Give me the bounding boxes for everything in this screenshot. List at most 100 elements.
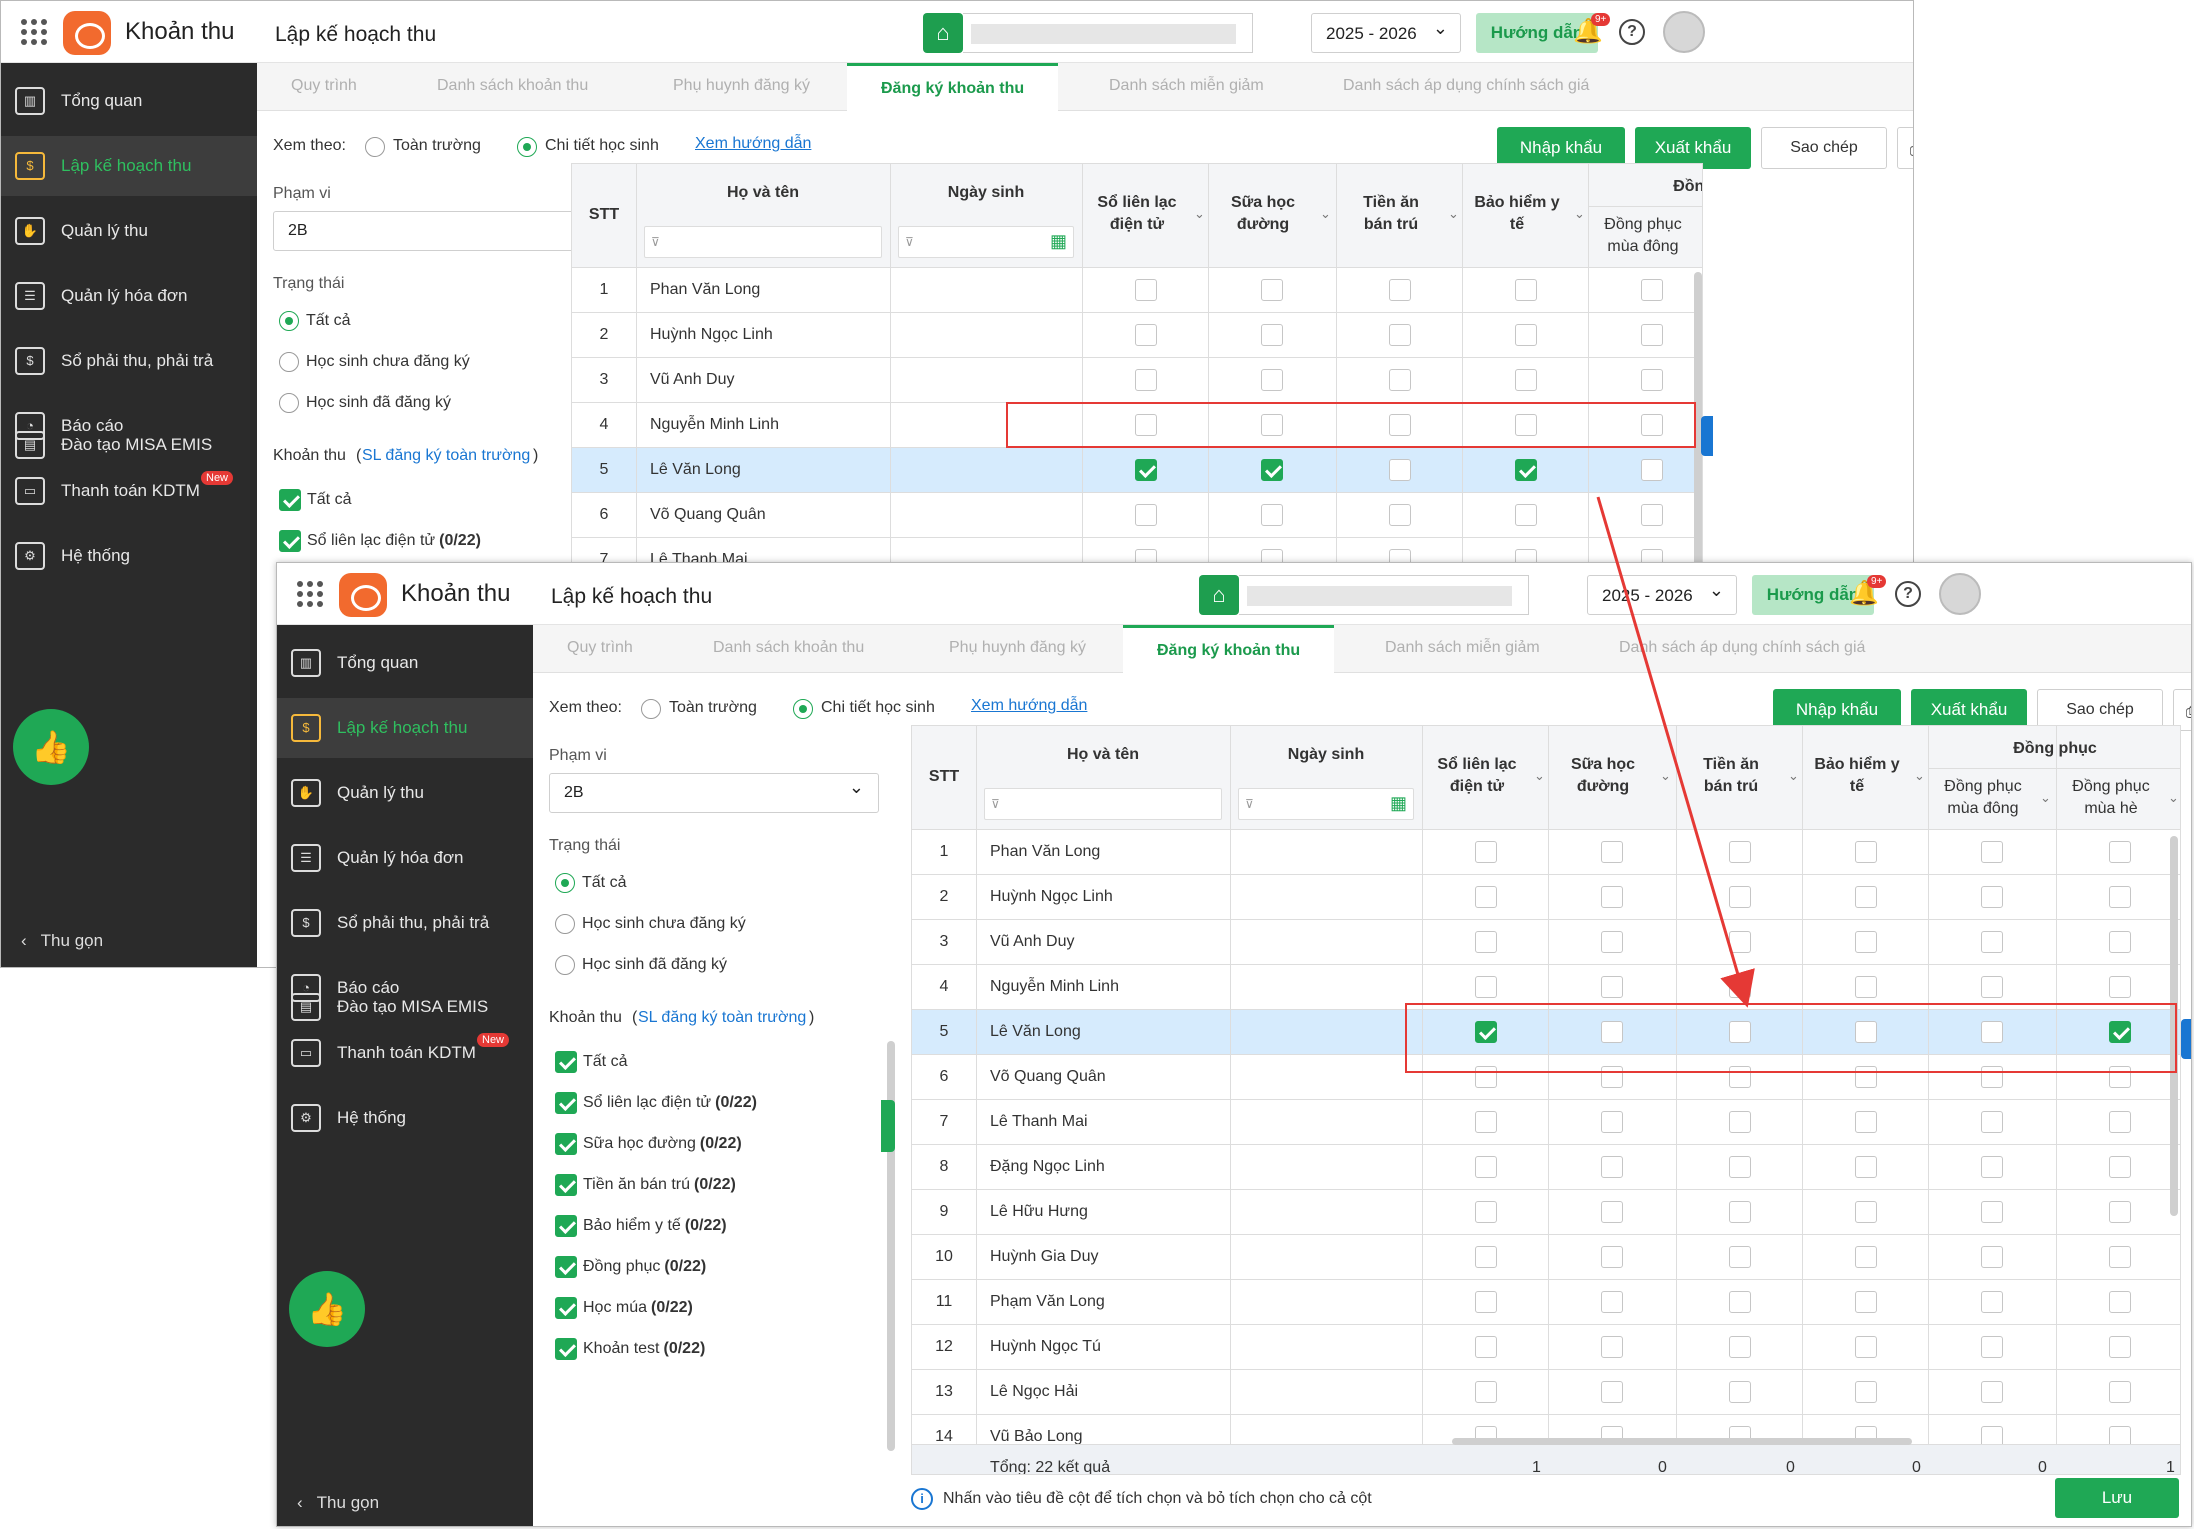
fee-cell-checkbox[interactable] (1729, 1201, 1751, 1223)
fee-cell-checkbox[interactable] (1135, 504, 1157, 526)
fee-cell-checkbox[interactable] (1729, 1111, 1751, 1133)
view-detail-radio[interactable] (793, 699, 813, 719)
header-name[interactable]: Họ và tên (976, 744, 1230, 766)
fee-cell-checkbox[interactable] (1475, 1336, 1497, 1358)
sidebar-item[interactable]: ▤ Đào tạo MISA EMIS (277, 977, 533, 1037)
status-radio-0[interactable] (555, 873, 575, 893)
fee-cell-checkbox[interactable] (1855, 976, 1877, 998)
fee-cell-checkbox[interactable] (2109, 1246, 2131, 1268)
table-row[interactable]: 3 Vũ Anh Duy (912, 920, 2180, 965)
fee-cell-checkbox[interactable] (1855, 1291, 1877, 1313)
chevron-down-icon[interactable]: ⌄ (1320, 206, 1331, 222)
fee-cell-checkbox[interactable] (2109, 841, 2131, 863)
fee-cell-checkbox[interactable] (1981, 1381, 2003, 1403)
fee-checkbox-5[interactable] (555, 1256, 577, 1278)
fee-cell-checkbox[interactable] (1601, 1156, 1623, 1178)
fee-checkbox-1[interactable] (279, 530, 301, 552)
header-stt[interactable]: STT (572, 204, 636, 226)
fee-cell-checkbox[interactable] (1475, 976, 1497, 998)
table-row[interactable]: 5 Lê Văn Long (572, 448, 1702, 493)
sidebar-item[interactable]: ✋ Quản lý thu (1, 201, 257, 261)
chevron-down-icon[interactable]: ⌄ (2040, 790, 2051, 806)
fee-cell-checkbox[interactable] (1981, 841, 2003, 863)
view-all-radio[interactable] (365, 137, 385, 157)
fee-checkbox-0[interactable] (555, 1051, 577, 1073)
header-stt[interactable]: STT (912, 766, 976, 788)
fee-cell-checkbox[interactable] (1641, 369, 1663, 391)
fee-cell-checkbox[interactable] (2109, 1201, 2131, 1223)
school-select[interactable] (1239, 575, 1529, 615)
fee-cell-checkbox[interactable] (1515, 279, 1537, 301)
thumbs-up-icon[interactable]: 👍 (13, 709, 89, 785)
fee-cell-checkbox[interactable] (1981, 1291, 2003, 1313)
printer-icon[interactable]: ⎙ (1897, 127, 1913, 169)
tab-2[interactable]: Phụ huynh đăng ký (949, 639, 1086, 657)
status-radio-1[interactable] (279, 352, 299, 372)
side-handle[interactable] (2181, 1019, 2191, 1059)
sidebar-item[interactable]: $ Lập kế hoạch thu (277, 698, 533, 758)
fee-cell-checkbox[interactable] (1475, 1111, 1497, 1133)
fee-cell-checkbox[interactable] (1389, 369, 1411, 391)
sidebar-item[interactable]: ⚙ Hệ thống (277, 1088, 533, 1148)
save-button[interactable]: Lưu (2055, 1478, 2179, 1518)
table-row[interactable]: 13 Lê Ngọc Hải (912, 1370, 2180, 1415)
fee-cell-checkbox[interactable] (1515, 324, 1537, 346)
header-c5[interactable]: Đồng phục mùa đông (1928, 776, 2038, 820)
header-c2[interactable]: Sữa học đường (1208, 192, 1318, 236)
table-row[interactable]: 2 Huỳnh Ngọc Linh (572, 313, 1702, 358)
fee-cell-checkbox[interactable] (1601, 1381, 1623, 1403)
sidebar-item[interactable]: $ Sổ phải thu, phải trả (277, 893, 533, 953)
fee-cell-checkbox[interactable] (1475, 1381, 1497, 1403)
fee-cell-checkbox[interactable] (1601, 976, 1623, 998)
fee-cell-checkbox[interactable] (1855, 931, 1877, 953)
fee-cell-checkbox[interactable] (2109, 886, 2131, 908)
tab-1[interactable]: Danh sách khoản thu (437, 77, 588, 95)
tab-2[interactable]: Phụ huynh đăng ký (673, 77, 810, 95)
scope-select[interactable]: 2B (549, 773, 879, 813)
status-radio-0[interactable] (279, 311, 299, 331)
chevron-down-icon[interactable]: ⌄ (1788, 768, 1799, 784)
fee-cell-checkbox[interactable] (1515, 459, 1537, 481)
fee-cell-checkbox[interactable] (1855, 1246, 1877, 1268)
fee-cell-checkbox[interactable] (1641, 324, 1663, 346)
fee-cell-checkbox[interactable] (1855, 841, 1877, 863)
fee-cell-checkbox[interactable] (1389, 504, 1411, 526)
thumbs-up-icon[interactable]: 👍 (289, 1271, 365, 1347)
fee-cell-checkbox[interactable] (1855, 1336, 1877, 1358)
sidebar-item[interactable]: ⚙ Hệ thống (1, 526, 257, 586)
fee-cell-checkbox[interactable] (1135, 324, 1157, 346)
fee-cell-checkbox[interactable] (1641, 279, 1663, 301)
header-c2[interactable]: Sữa học đường (1548, 754, 1658, 798)
copy-button[interactable]: Sao chép (1761, 127, 1887, 169)
sidebar-item[interactable]: ▥ Tổng quan (1, 71, 257, 131)
tab-4[interactable]: Danh sách miễn giảm (1385, 639, 1540, 657)
sidebar-item[interactable]: $ Sổ phải thu, phải trả (1, 331, 257, 391)
fee-cell-checkbox[interactable] (1981, 1336, 2003, 1358)
fee-cell-checkbox[interactable] (1601, 1291, 1623, 1313)
fee-cell-checkbox[interactable] (1729, 886, 1751, 908)
tab-3[interactable]: Đăng ký khoản thu (847, 63, 1059, 112)
fee-cell-checkbox[interactable] (1729, 1246, 1751, 1268)
fee-cell-checkbox[interactable] (1855, 1381, 1877, 1403)
header-c1[interactable]: Sổ liên lạc điện tử (1082, 192, 1192, 236)
fee-cell-checkbox[interactable] (1601, 1201, 1623, 1223)
school-select[interactable] (963, 13, 1253, 53)
fee-cell-checkbox[interactable] (1261, 324, 1283, 346)
view-detail-radio[interactable] (517, 137, 537, 157)
dob-filter-input[interactable]: ⊽ ▦ (1238, 788, 1414, 820)
avatar[interactable] (1663, 11, 1705, 53)
fee-cell-checkbox[interactable] (1855, 886, 1877, 908)
table-row[interactable]: 1 Phan Văn Long (572, 268, 1702, 313)
side-handle[interactable] (1701, 416, 1713, 456)
fee-cell-checkbox[interactable] (1729, 976, 1751, 998)
chevron-down-icon[interactable]: ⌄ (2168, 790, 2179, 806)
table-row[interactable]: 1 Phan Văn Long (912, 830, 2180, 875)
fee-checkbox-4[interactable] (555, 1215, 577, 1237)
table-row[interactable]: 6 Võ Quang Quân (572, 493, 1702, 538)
fee-cell-checkbox[interactable] (1475, 1201, 1497, 1223)
fee-checkbox-6[interactable] (555, 1297, 577, 1319)
scope-select[interactable]: 2B (273, 211, 603, 251)
fee-checkbox-1[interactable] (555, 1092, 577, 1114)
header-c5[interactable]: Đồng phục mùa đông (1588, 214, 1698, 258)
fee-cell-checkbox[interactable] (1981, 976, 2003, 998)
